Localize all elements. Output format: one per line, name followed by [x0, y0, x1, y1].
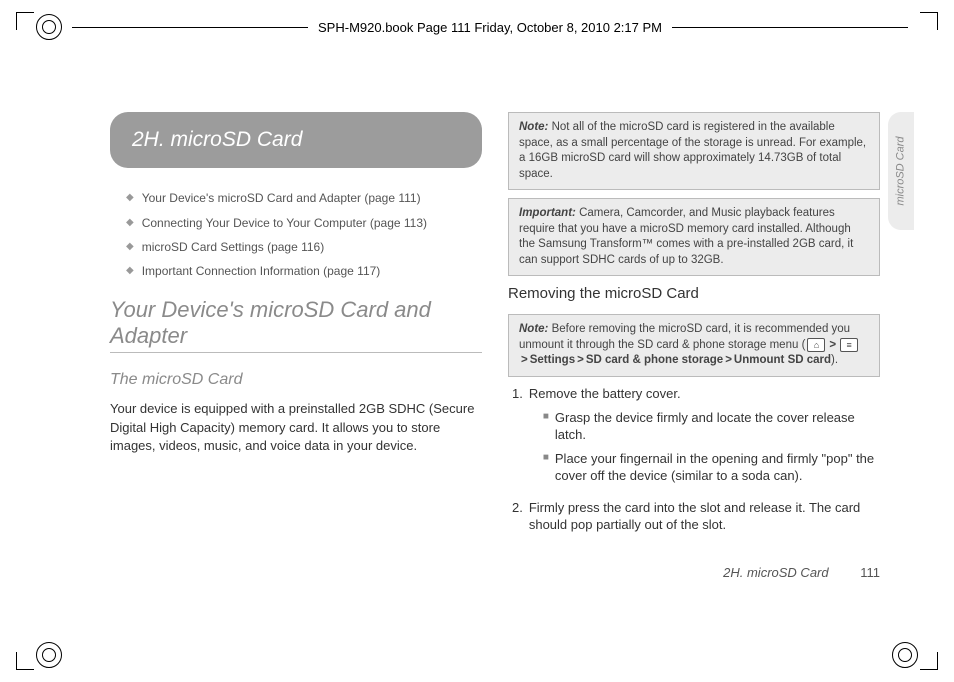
substep-item: ■Grasp the device firmly and locate the …: [543, 409, 880, 444]
note-callout: Note: Not all of the microSD card is reg…: [508, 112, 880, 190]
crop-mark-br: [920, 652, 938, 670]
step-item: 1. Remove the battery cover. ■Grasp the …: [512, 385, 880, 491]
chapter-title: 2H. microSD Card: [132, 126, 460, 154]
toc-item: ◆ Important Connection Information (page …: [126, 263, 482, 279]
menu-path: Unmount SD card: [734, 354, 831, 366]
subsection-heading: Removing the microSD Card: [508, 284, 880, 304]
step-number: 2.: [512, 499, 523, 534]
callout-text: Not all of the microSD card is registere…: [519, 121, 866, 180]
home-key-icon: ⌂: [807, 338, 825, 352]
step-list: 1. Remove the battery cover. ■Grasp the …: [512, 385, 880, 534]
chapter-banner: 2H. microSD Card: [110, 112, 482, 168]
bullet-diamond-icon: ◆: [126, 190, 134, 206]
toc-label: microSD Card Settings (page 116): [142, 239, 325, 255]
substep-text: Grasp the device firmly and locate the c…: [555, 409, 880, 444]
breadcrumb-separator-icon: >: [723, 354, 734, 366]
toc-label: Important Connection Information (page 1…: [142, 263, 381, 279]
bullet-diamond-icon: ◆: [126, 239, 134, 255]
bullet-diamond-icon: ◆: [126, 215, 134, 231]
bullet-square-icon: ■: [543, 409, 549, 444]
step-text: Remove the battery cover.: [529, 386, 681, 401]
callout-text: Before removing the microSD card, it is …: [519, 323, 850, 351]
bullet-diamond-icon: ◆: [126, 263, 134, 279]
footer-page-number: 111: [860, 565, 880, 580]
callout-label: Note:: [519, 323, 548, 335]
crop-mark-tr: [920, 12, 938, 30]
menu-path: SD card & phone storage: [586, 354, 723, 366]
section-heading: Your Device's microSD Card and Adapter: [110, 297, 482, 353]
toc: ◆ Your Device's microSD Card and Adapter …: [126, 190, 482, 279]
menu-path: Settings: [530, 354, 575, 366]
toc-item: ◆ Your Device's microSD Card and Adapter …: [126, 190, 482, 206]
side-tab-label: microSD Card: [895, 136, 907, 205]
substep-item: ■Place your fingernail in the opening an…: [543, 450, 880, 485]
important-callout: Important: Camera, Camcorder, and Music …: [508, 198, 880, 276]
toc-label: Your Device's microSD Card and Adapter (…: [142, 190, 421, 206]
menu-key-icon: ≡: [840, 338, 858, 352]
pasteboard-rule: [672, 27, 908, 28]
step-item: 2. Firmly press the card into the slot a…: [512, 499, 880, 534]
framemaker-icon: [36, 642, 62, 668]
subsection-heading: The microSD Card: [110, 369, 482, 391]
callout-text: ).: [831, 354, 838, 366]
crop-mark-bl: [16, 652, 34, 670]
breadcrumb-separator-icon: >: [827, 339, 838, 351]
crop-mark-tl: [16, 12, 34, 30]
toc-item: ◆ Connecting Your Device to Your Computer…: [126, 215, 482, 231]
body-text: Your device is equipped with a preinstal…: [110, 400, 482, 455]
bullet-square-icon: ■: [543, 450, 549, 485]
note-callout: Note: Before removing the microSD card, …: [508, 314, 880, 377]
framemaker-icon: [36, 14, 62, 40]
toc-label: Connecting Your Device to Your Computer …: [142, 215, 427, 231]
callout-label: Important:: [519, 207, 576, 219]
substep-text: Place your fingernail in the opening and…: [555, 450, 880, 485]
page-footer: 2H. microSD Card 111: [723, 564, 880, 582]
toc-item: ◆ microSD Card Settings (page 116): [126, 239, 482, 255]
pasteboard-header: SPH-M920.book Page 111 Friday, October 8…: [318, 20, 662, 35]
pasteboard-rule: [72, 27, 308, 28]
side-tab: microSD Card: [888, 112, 914, 230]
callout-label: Note:: [519, 121, 548, 133]
step-text: Firmly press the card into the slot and …: [529, 499, 880, 534]
framemaker-icon: [892, 642, 918, 668]
breadcrumb-separator-icon: >: [575, 354, 586, 366]
step-number: 1.: [512, 385, 523, 491]
breadcrumb-separator-icon: >: [519, 354, 530, 366]
footer-section: 2H. microSD Card: [723, 565, 828, 580]
